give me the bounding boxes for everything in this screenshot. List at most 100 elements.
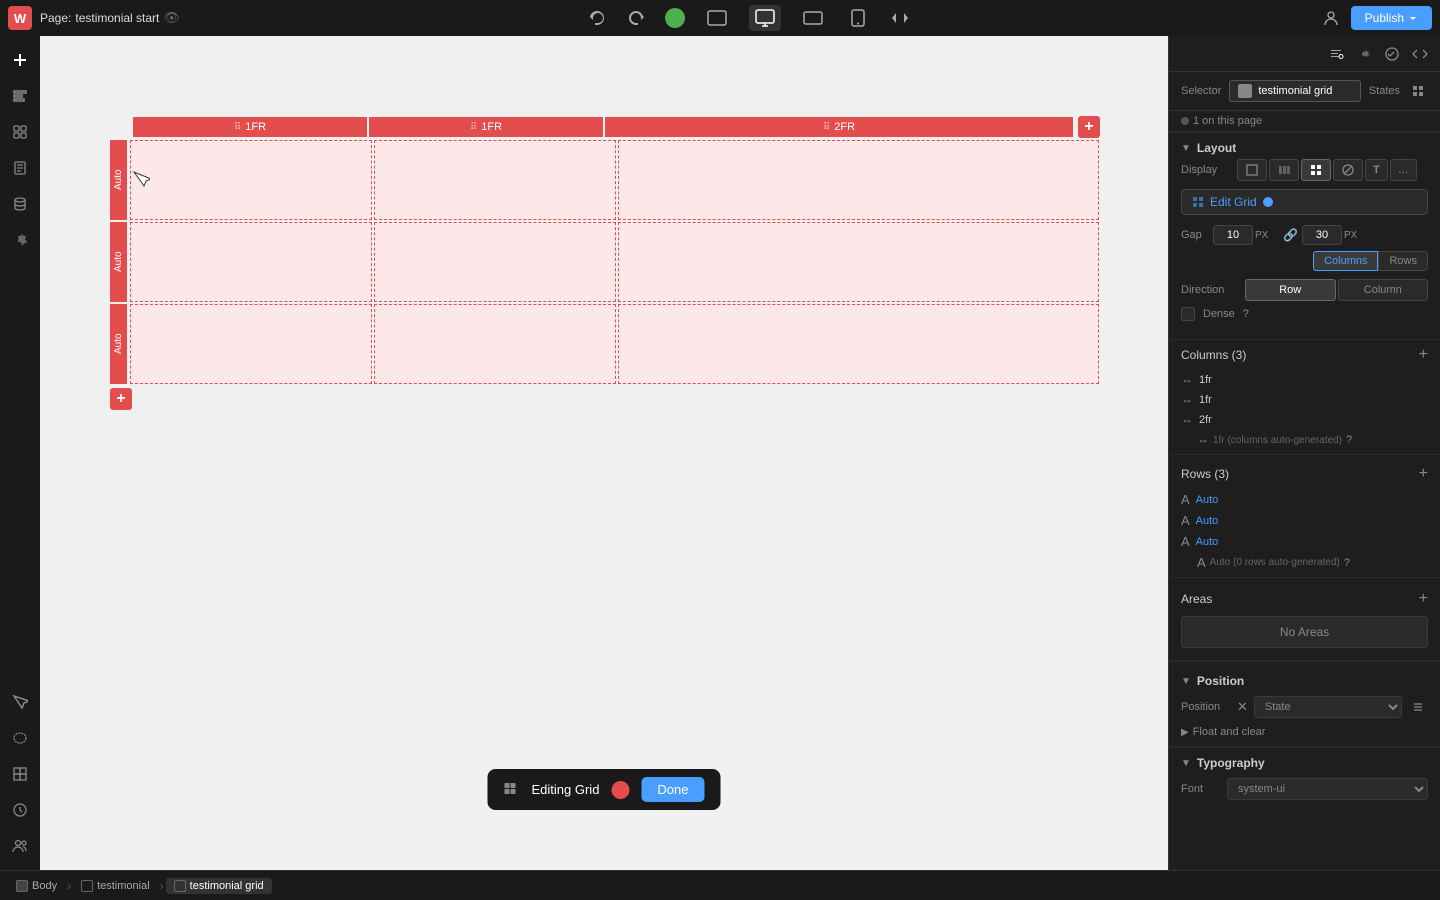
column-header-1[interactable]: ⠿ 1FR bbox=[369, 117, 603, 137]
row-track-0[interactable]: A Auto bbox=[1169, 489, 1440, 510]
sidebar-add-icon[interactable] bbox=[4, 44, 36, 76]
publish-button[interactable]: Publish bbox=[1351, 6, 1432, 30]
display-block-btn[interactable] bbox=[1237, 159, 1267, 181]
track-icon-1: ⇔ bbox=[1181, 393, 1193, 407]
gap-tab-columns[interactable]: Columns bbox=[1313, 251, 1378, 271]
row-track-value-1: Auto bbox=[1196, 515, 1219, 527]
areas-header: Areas + bbox=[1169, 582, 1440, 612]
row-auto-help[interactable]: ? bbox=[1344, 557, 1350, 569]
settings-panel-icon[interactable] bbox=[1352, 42, 1376, 66]
code-toggle-button[interactable] bbox=[887, 6, 913, 30]
add-column-button[interactable]: + bbox=[1078, 116, 1100, 138]
page-eye-icon[interactable]: 👁 bbox=[163, 10, 180, 26]
columns-title: Columns (3) bbox=[1181, 348, 1246, 362]
gap-rows-input[interactable] bbox=[1302, 225, 1342, 245]
interactions-panel-icon[interactable] bbox=[1380, 42, 1404, 66]
grid-cell-2-0[interactable] bbox=[130, 304, 372, 384]
sidebar-lasso-icon[interactable] bbox=[4, 722, 36, 754]
custom-code-panel-icon[interactable] bbox=[1408, 42, 1432, 66]
column-track-0[interactable]: ⇔ 1fr bbox=[1169, 370, 1440, 390]
row-label-0[interactable]: Auto bbox=[110, 140, 127, 220]
grid-cell-1-2[interactable] bbox=[618, 222, 1100, 302]
user-icon-button[interactable] bbox=[1319, 6, 1343, 30]
display-more-btn[interactable]: … bbox=[1390, 159, 1417, 181]
grid-rows: Auto Auto Au bbox=[110, 140, 1100, 384]
column-header-0[interactable]: ⠿ 1FR bbox=[133, 117, 367, 137]
font-select[interactable]: system-ui bbox=[1227, 778, 1428, 800]
selector-options-button[interactable] bbox=[1408, 81, 1428, 101]
undo-button[interactable] bbox=[585, 6, 609, 30]
row-label-1[interactable]: Auto bbox=[110, 222, 127, 302]
device-tablet-large[interactable] bbox=[701, 5, 733, 31]
dense-help-icon[interactable]: ? bbox=[1243, 308, 1249, 320]
breadcrumb-body[interactable]: Body bbox=[8, 878, 65, 894]
display-none-btn[interactable] bbox=[1333, 159, 1363, 181]
sidebar-assets-icon[interactable] bbox=[4, 116, 36, 148]
add-row-button[interactable]: + bbox=[110, 388, 132, 410]
grid-cell-0-0[interactable] bbox=[130, 140, 372, 220]
gap-row: Gap PX 🔗 PX bbox=[1181, 225, 1428, 245]
col-header-label-1: 1FR bbox=[481, 121, 502, 133]
row-track-1[interactable]: A Auto bbox=[1169, 510, 1440, 531]
record-dot bbox=[611, 781, 629, 799]
sidebar-settings-icon[interactable] bbox=[4, 224, 36, 256]
add-column-track-button[interactable]: + bbox=[1419, 346, 1428, 364]
sidebar-select-icon[interactable] bbox=[4, 686, 36, 718]
grid-cell-0-1[interactable] bbox=[374, 140, 616, 220]
column-track-1[interactable]: ⇔ 1fr bbox=[1169, 390, 1440, 410]
done-button[interactable]: Done bbox=[641, 777, 704, 802]
top-bar: W Page: testimonial start 👁 bbox=[0, 0, 1440, 36]
direction-row-btn[interactable]: Row bbox=[1245, 279, 1336, 301]
float-clear-row[interactable]: ▶ Float and clear bbox=[1169, 722, 1440, 746]
display-flex-btn[interactable] bbox=[1269, 159, 1299, 181]
display-grid-btn[interactable] bbox=[1301, 159, 1331, 181]
breadcrumb-testimonial[interactable]: testimonial bbox=[73, 878, 158, 894]
grid-cell-0-2[interactable] bbox=[618, 140, 1100, 220]
display-text-btn[interactable]: T bbox=[1365, 159, 1388, 181]
position-clear-button[interactable]: ✕ bbox=[1237, 699, 1248, 715]
no-areas-button[interactable]: No Areas bbox=[1181, 616, 1428, 648]
position-section-header[interactable]: ▼ Position bbox=[1169, 666, 1440, 692]
column-header-2[interactable]: ⠿ 2FR bbox=[605, 117, 1073, 137]
column-auto-help[interactable]: ? bbox=[1346, 434, 1352, 446]
gap-link-icon[interactable]: 🔗 bbox=[1281, 228, 1300, 242]
float-clear-label: Float and clear bbox=[1193, 726, 1266, 738]
sidebar-app-icon[interactable] bbox=[4, 794, 36, 826]
direction-column-btn[interactable]: Column bbox=[1338, 279, 1429, 301]
column-track-2[interactable]: ⇔ 2fr bbox=[1169, 410, 1440, 430]
layout-section-header[interactable]: ▼ Layout bbox=[1169, 133, 1440, 159]
add-area-button[interactable]: + bbox=[1419, 590, 1428, 608]
position-options-btn[interactable] bbox=[1408, 697, 1428, 717]
add-row-track-button[interactable]: + bbox=[1419, 465, 1428, 483]
device-desktop[interactable] bbox=[749, 5, 781, 31]
row-track-2[interactable]: A Auto bbox=[1169, 531, 1440, 552]
sidebar-users-icon[interactable] bbox=[4, 830, 36, 862]
grid-cell-1-1[interactable] bbox=[374, 222, 616, 302]
gap-tabs-row: Columns Rows bbox=[1213, 251, 1428, 271]
typography-section-header[interactable]: ▼ Typography bbox=[1169, 748, 1440, 774]
right-panel: Selector testimonial grid States 1 on th… bbox=[1168, 36, 1440, 870]
sidebar-components-icon[interactable] bbox=[4, 758, 36, 790]
float-chevron: ▶ bbox=[1181, 727, 1189, 738]
gap-tab-rows[interactable]: Rows bbox=[1378, 251, 1428, 271]
canvas-area[interactable]: ⠿ 1FR ⠿ 1FR ⠿ 2FR + Auto bbox=[40, 36, 1168, 870]
rows-header[interactable]: Rows (3) + bbox=[1169, 459, 1440, 489]
selector-box[interactable]: testimonial grid bbox=[1229, 80, 1360, 102]
columns-header[interactable]: Columns (3) + bbox=[1169, 340, 1440, 370]
dense-checkbox[interactable] bbox=[1181, 307, 1195, 321]
position-state-select[interactable]: State bbox=[1254, 696, 1402, 718]
gap-columns-input[interactable] bbox=[1213, 225, 1253, 245]
grid-cell-2-1[interactable] bbox=[374, 304, 616, 384]
sidebar-navigator-icon[interactable] bbox=[4, 80, 36, 112]
sidebar-cms-icon[interactable] bbox=[4, 188, 36, 220]
redo-button[interactable] bbox=[625, 6, 649, 30]
grid-cell-1-0[interactable] bbox=[130, 222, 372, 302]
edit-grid-button[interactable]: Edit Grid bbox=[1181, 189, 1428, 215]
style-panel-icon[interactable] bbox=[1324, 42, 1348, 66]
device-mobile[interactable] bbox=[845, 5, 871, 31]
device-tablet-landscape[interactable] bbox=[797, 5, 829, 31]
grid-cell-2-2[interactable] bbox=[618, 304, 1100, 384]
breadcrumb-testimonial-grid[interactable]: testimonial grid bbox=[166, 878, 272, 894]
row-label-2[interactable]: Auto bbox=[110, 304, 127, 384]
sidebar-pages-icon[interactable] bbox=[4, 152, 36, 184]
